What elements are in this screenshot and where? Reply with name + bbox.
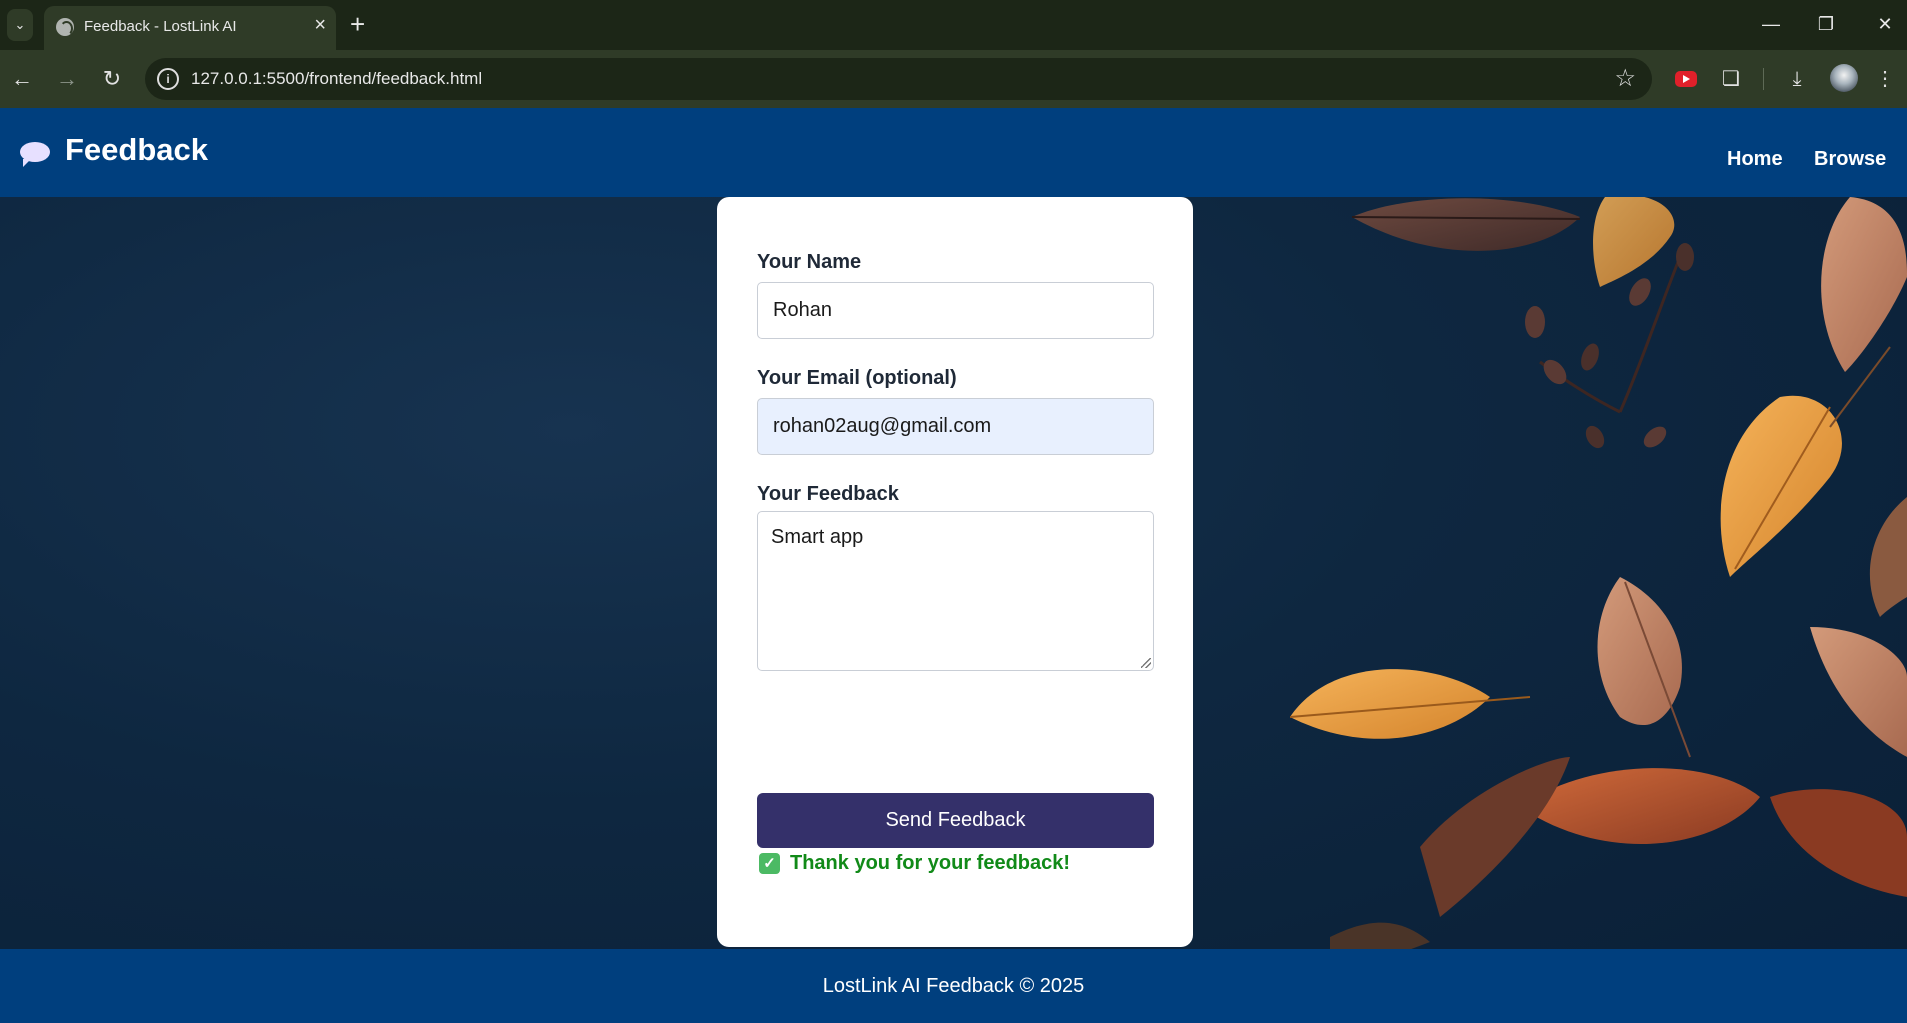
checkmark-icon: ✓ — [759, 853, 780, 874]
feedback-form-card: Your Name Rohan Your Email (optional) ro… — [717, 197, 1193, 947]
speech-bubble-icon — [20, 142, 50, 167]
feedback-textarea[interactable]: Smart app — [757, 511, 1154, 671]
name-input[interactable]: Rohan — [757, 282, 1154, 339]
bookmark-star-icon[interactable]: ☆ — [1614, 64, 1636, 93]
back-arrow-icon[interactable]: ← — [7, 64, 37, 94]
window-close-icon[interactable]: ✕ — [1865, 10, 1905, 38]
feedback-text: Smart app — [771, 526, 864, 548]
site-info-icon[interactable]: i — [157, 68, 179, 90]
browser-menu-kebab-icon[interactable]: ⋮ — [1870, 64, 1900, 94]
address-bar[interactable]: i 127.0.0.1:5500/frontend/feedback.html … — [145, 58, 1652, 100]
tab-search-chevron-icon[interactable]: ⌄ — [7, 9, 33, 41]
reload-icon[interactable]: ↻ — [97, 64, 127, 94]
forward-arrow-icon[interactable]: → — [52, 64, 82, 94]
send-feedback-button[interactable]: Send Feedback — [757, 793, 1154, 848]
success-message: ✓ Thank you for your feedback! — [759, 852, 1070, 875]
email-label: Your Email (optional) — [757, 367, 957, 389]
nav-link-browse[interactable]: Browse — [1814, 148, 1886, 171]
restore-icon[interactable]: ❐ — [1806, 10, 1846, 38]
extensions-puzzle-icon[interactable]: ❏ — [1716, 64, 1746, 94]
leaves-background-image — [1290, 197, 1907, 957]
globe-icon — [56, 18, 74, 36]
new-tab-plus-icon[interactable]: + — [350, 9, 365, 39]
profile-avatar[interactable] — [1830, 64, 1858, 92]
success-text: Thank you for your feedback! — [790, 852, 1071, 874]
page-viewport: Feedback Home Browse Your Name Rohan You… — [0, 108, 1907, 1023]
site-header: Feedback Home Browse — [0, 108, 1907, 197]
nav-link-home[interactable]: Home — [1727, 148, 1783, 171]
minimize-icon[interactable]: — — [1751, 10, 1791, 38]
youtube-extension-icon[interactable] — [1671, 64, 1701, 94]
feedback-label: Your Feedback — [757, 483, 899, 505]
resize-handle-icon[interactable] — [1141, 658, 1151, 668]
site-footer: LostLink AI Feedback © 2025 — [0, 949, 1907, 1023]
browser-tab[interactable]: Feedback - LostLink AI × — [44, 6, 336, 50]
browser-toolbar: ← → ↻ i 127.0.0.1:5500/frontend/feedback… — [0, 50, 1907, 108]
download-icon[interactable]: ⤓ — [1782, 64, 1812, 94]
email-input[interactable]: rohan02aug@gmail.com — [757, 398, 1154, 455]
browser-tab-bar: ⌄ Feedback - LostLink AI × + — ❐ ✕ — [0, 0, 1907, 50]
toolbar-divider — [1763, 68, 1764, 90]
page-title: Feedback — [65, 132, 209, 167]
url-text[interactable]: 127.0.0.1:5500/frontend/feedback.html — [191, 69, 482, 89]
tab-close-icon[interactable]: × — [314, 15, 326, 35]
name-label: Your Name — [757, 251, 862, 273]
tab-title: Feedback - LostLink AI — [84, 18, 237, 35]
